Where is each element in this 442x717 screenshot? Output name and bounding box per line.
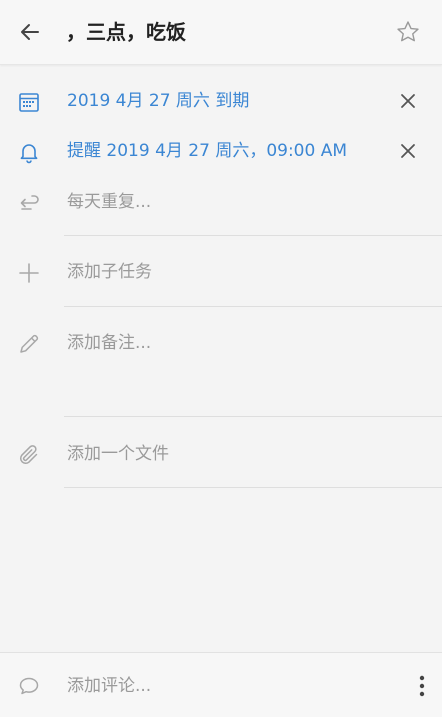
repeat-row[interactable]: 每天重复... [0,178,442,226]
reminder-label: 提醒 2019 4月 27 周六，09:00 AM [67,141,348,161]
due-date-row[interactable]: 2019 4月 27 周六 到期 [0,77,442,125]
divider [64,306,442,307]
arrow-left-icon [21,24,39,40]
bell-icon [16,139,42,165]
divider [64,487,442,488]
due-date-label: 2019 4月 27 周六 到期 [67,91,250,111]
repeat-label: 每天重复... [67,192,152,212]
remove-reminder-button[interactable] [396,139,420,163]
add-file-label: 添加一个文件 [67,444,169,464]
star-outline-icon [397,21,419,42]
comment-icon [16,673,42,699]
back-button[interactable] [14,16,46,48]
add-comment-input[interactable]: 添加评论... [67,675,151,697]
close-icon [401,144,415,158]
star-button[interactable] [392,16,424,48]
remove-due-date-button[interactable] [396,89,420,113]
divider [64,416,442,417]
add-note-label: 添加备注... [67,333,152,353]
add-subtask-label: 添加子任务 [67,262,152,282]
add-file-row[interactable]: 添加一个文件 [0,430,442,478]
task-detail-screen: ，三点，吃饭 2019 4月 27 周六 到期 提醒 2019 4月 27 周六… [0,0,442,717]
calendar-icon [16,89,42,115]
comment-bar: 添加评论... [0,652,442,717]
task-title[interactable]: ，三点，吃饭 [66,18,186,46]
reminder-row[interactable]: 提醒 2019 4月 27 周六，09:00 AM [0,127,442,175]
divider [64,235,442,236]
paperclip-icon [16,442,42,468]
repeat-icon [16,190,42,216]
more-options-button[interactable] [412,671,432,701]
add-subtask-row[interactable]: 添加子任务 [0,248,442,296]
close-icon [401,94,415,108]
plus-icon [16,260,42,286]
add-note-row[interactable]: 添加备注... [0,319,442,367]
more-vertical-icon [419,675,425,697]
pencil-icon [16,331,42,357]
header-bar: ，三点，吃饭 [0,0,442,65]
